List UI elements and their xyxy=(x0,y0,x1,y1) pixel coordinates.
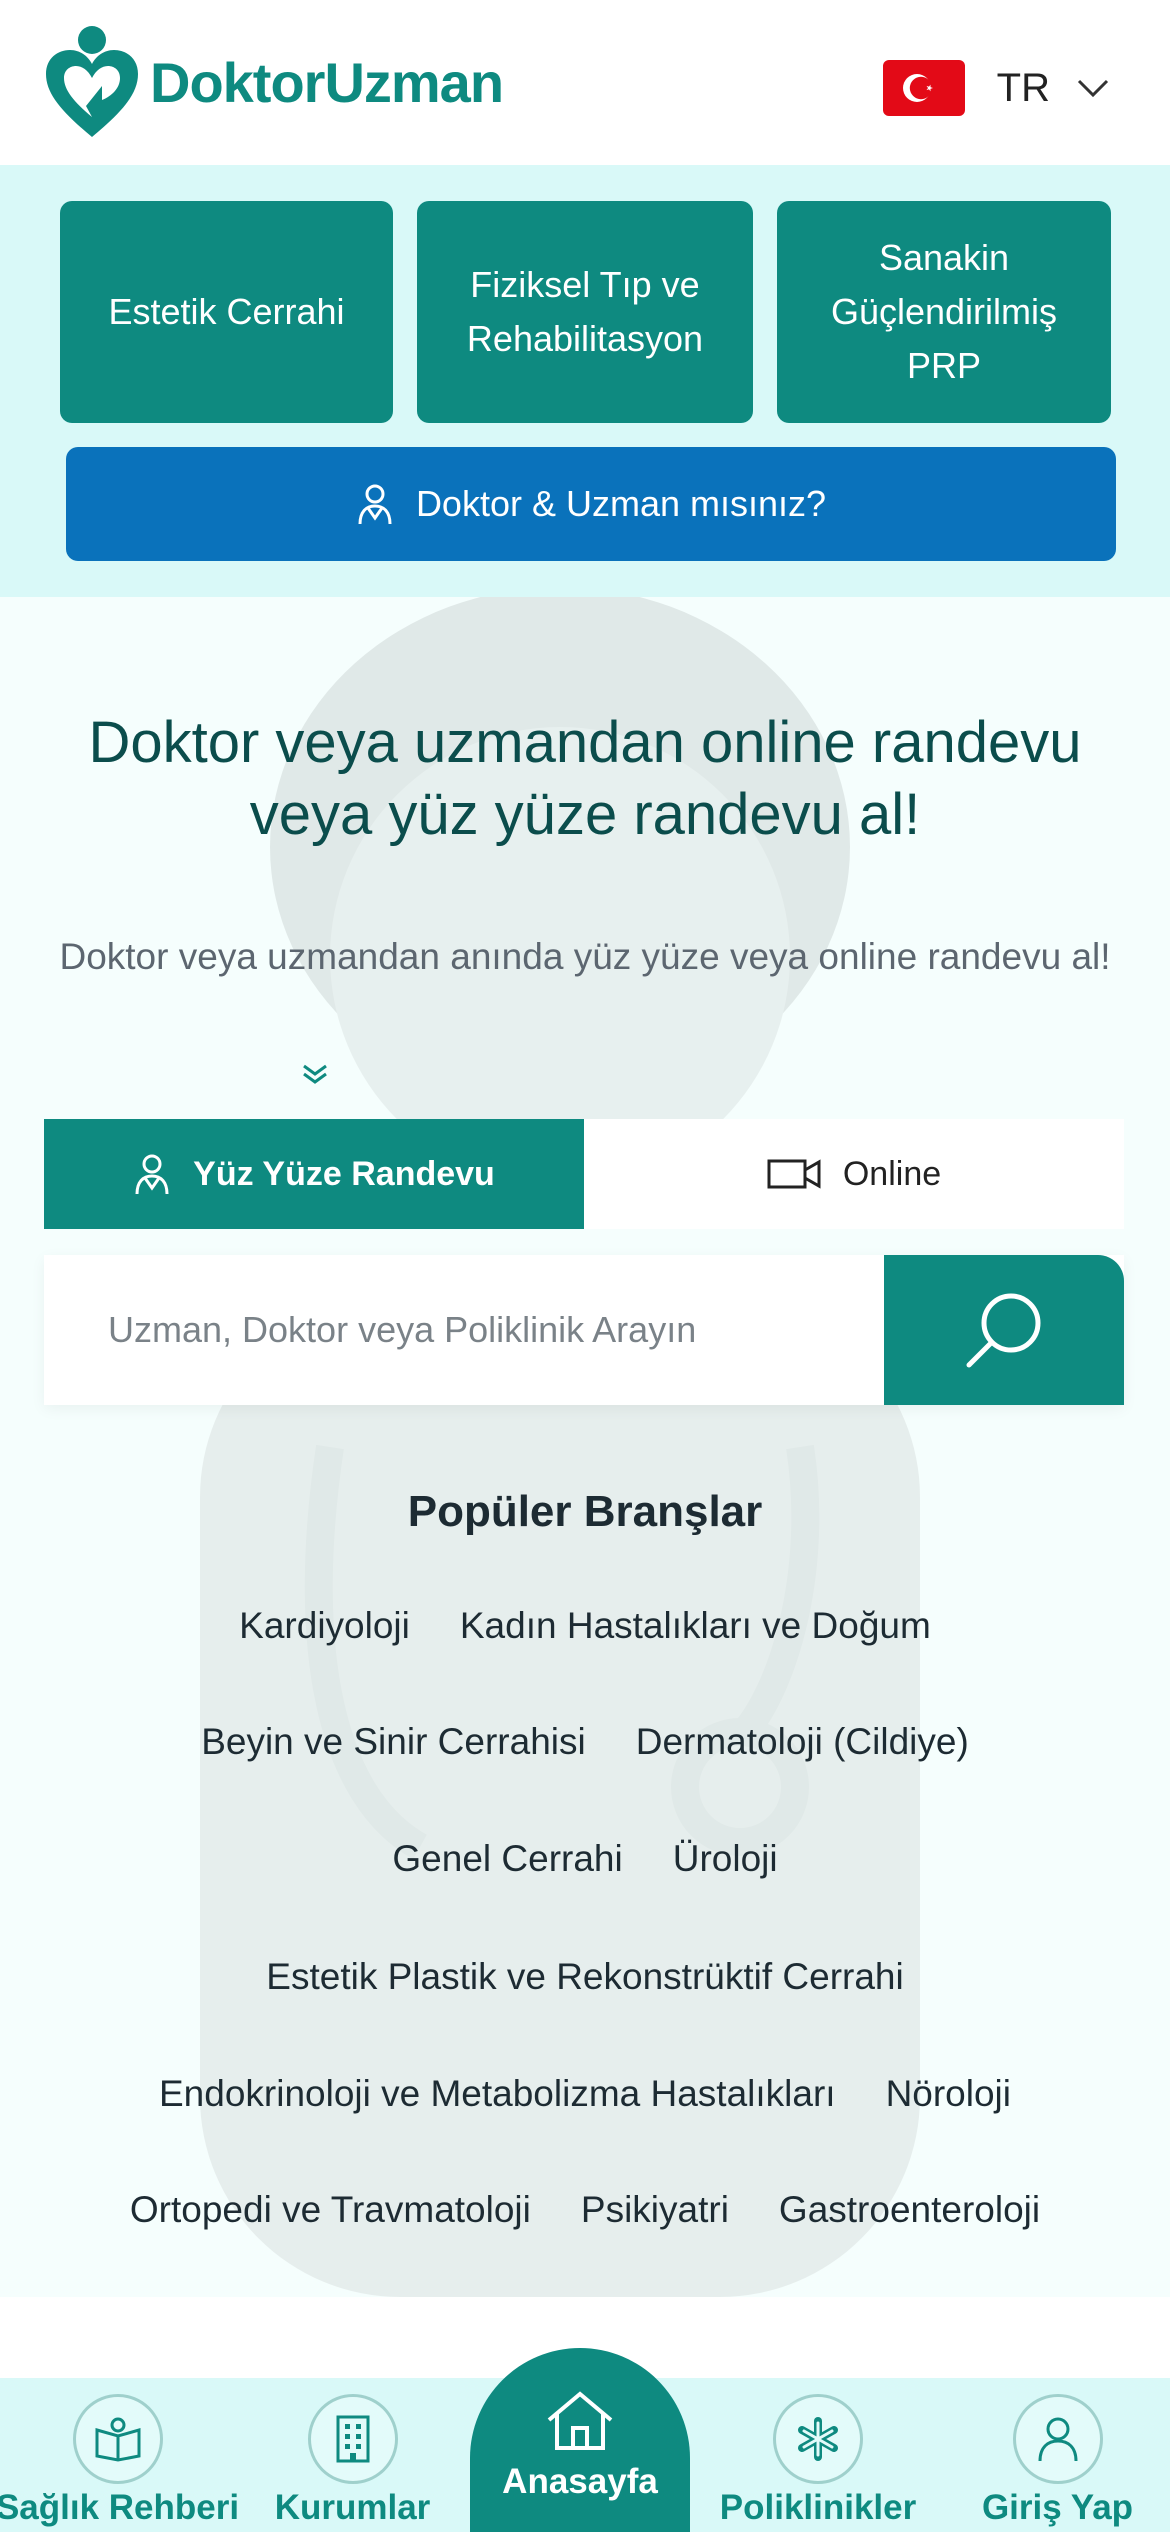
tab-online[interactable]: Online xyxy=(584,1119,1124,1229)
search-icon xyxy=(966,1293,1041,1368)
nav-institutions-label: Kurumlar xyxy=(274,2488,431,2527)
turkey-flag-icon xyxy=(882,60,965,116)
medical-asterisk-icon xyxy=(773,2394,863,2484)
popular-branches-row: Genel Cerrahi Üroloji xyxy=(0,1838,1170,1880)
branch-link[interactable]: Kardiyoloji xyxy=(239,1605,410,1647)
hero-section: Doktor veya uzmandan online randevu veya… xyxy=(0,597,1170,2297)
nav-home-label: Anasayfa xyxy=(502,2462,658,2501)
nav-login-label: Giriş Yap xyxy=(981,2488,1134,2527)
branch-link[interactable]: Kadın Hastalıkları ve Doğum xyxy=(460,1605,931,1647)
chevron-down-icon xyxy=(1077,79,1109,98)
tab-in-person[interactable]: Yüz Yüze Randevu xyxy=(44,1119,584,1229)
category-prp[interactable]: Sanakin Güçlendirilmiş PRP xyxy=(777,201,1111,423)
branch-link[interactable]: Ortopedi ve Travmatoloji xyxy=(130,2189,531,2231)
search-input[interactable] xyxy=(44,1255,884,1405)
branch-link[interactable]: Gastroenteroloji xyxy=(779,2189,1040,2231)
logo[interactable]: DoktorUzman xyxy=(42,22,504,142)
doctor-icon xyxy=(135,1154,169,1195)
popular-branches-title: Popüler Branşlar xyxy=(407,1487,763,1536)
branch-link[interactable]: Dermatoloji (Cildiye) xyxy=(636,1721,969,1763)
branch-link[interactable]: Psikiyatri xyxy=(581,2189,729,2231)
tab-online-label: Online xyxy=(842,1154,942,1193)
book-icon xyxy=(72,2394,163,2484)
language-code: TR xyxy=(996,65,1050,110)
popular-branches-row: Endokrinoloji ve Metabolizma Hastalıklar… xyxy=(0,2073,1170,2115)
language-selector[interactable]: TR xyxy=(882,60,1110,116)
popular-branches-row: Estetik Plastik ve Rekonstrüktif Cerrahi xyxy=(0,1956,1170,1998)
popular-branches-row: Beyin ve Sinir Cerrahisi Dermatoloji (Ci… xyxy=(0,1721,1170,1763)
search-bar xyxy=(44,1255,1124,1405)
building-icon xyxy=(307,2394,398,2484)
nav-health-guide-label: Sağlık Rehberi xyxy=(0,2488,240,2527)
nav-clinics[interactable]: Poliklinikler xyxy=(712,2378,924,2528)
featured-categories: Estetik Cerrahi Fiziksel Tıp ve Rehabili… xyxy=(0,165,1170,597)
category-fiziksel-tip[interactable]: Fiziksel Tıp ve Rehabilitasyon xyxy=(417,201,753,423)
branch-link[interactable]: Nöroloji xyxy=(886,2073,1011,2115)
branch-link[interactable]: Estetik Plastik ve Rekonstrüktif Cerrahi xyxy=(266,1956,903,1998)
double-chevron-down-icon[interactable] xyxy=(300,1062,330,1086)
app-header: DoktorUzman TR xyxy=(0,0,1170,165)
doctor-register-button[interactable]: Doktor & Uzman mısınız? xyxy=(66,447,1116,561)
nav-health-guide[interactable]: Sağlık Rehberi xyxy=(0,2378,239,2528)
nav-institutions[interactable]: Kurumlar xyxy=(255,2378,450,2528)
tab-in-person-label: Yüz Yüze Randevu xyxy=(193,1154,495,1193)
logo-heart-icon xyxy=(46,26,138,137)
doctor-icon xyxy=(358,484,392,525)
branch-link[interactable]: Genel Cerrahi xyxy=(392,1838,622,1880)
nav-home[interactable]: Anasayfa xyxy=(470,2348,690,2532)
bottom-navigation: Sağlık Rehberi Kurumlar Anasayfa Polikli… xyxy=(0,2348,1170,2532)
user-icon xyxy=(1012,2394,1103,2484)
hero-title: Doktor veya uzmandan online randevu veya… xyxy=(88,710,1082,847)
doctor-illustration-background xyxy=(200,597,920,2297)
video-camera-icon xyxy=(767,1159,821,1189)
appointment-type-tabs: Yüz Yüze Randevu Online xyxy=(44,1119,1124,1229)
nav-login[interactable]: Giriş Yap xyxy=(960,2378,1155,2528)
popular-branches-row: Kardiyoloji Kadın Hastalıkları ve Doğum xyxy=(0,1605,1170,1647)
nav-clinics-label: Poliklinikler xyxy=(719,2488,917,2527)
branch-link[interactable]: Endokrinoloji ve Metabolizma Hastalıklar… xyxy=(159,2073,836,2115)
branch-link[interactable]: Üroloji xyxy=(673,1838,778,1880)
hero-subtitle: Doktor veya uzmandan anında yüz yüze vey… xyxy=(59,936,1111,977)
logo-text: DoktorUzman xyxy=(150,50,504,114)
category-estetik-cerrahi[interactable]: Estetik Cerrahi xyxy=(60,201,393,423)
search-button[interactable] xyxy=(884,1255,1124,1405)
popular-branches-row: Ortopedi ve Travmatoloji Psikiyatri Gast… xyxy=(0,2189,1170,2231)
branch-link[interactable]: Beyin ve Sinir Cerrahisi xyxy=(201,1721,586,1763)
home-icon xyxy=(547,2391,613,2450)
doctor-register-label: Doktor & Uzman mısınız? xyxy=(415,483,827,524)
